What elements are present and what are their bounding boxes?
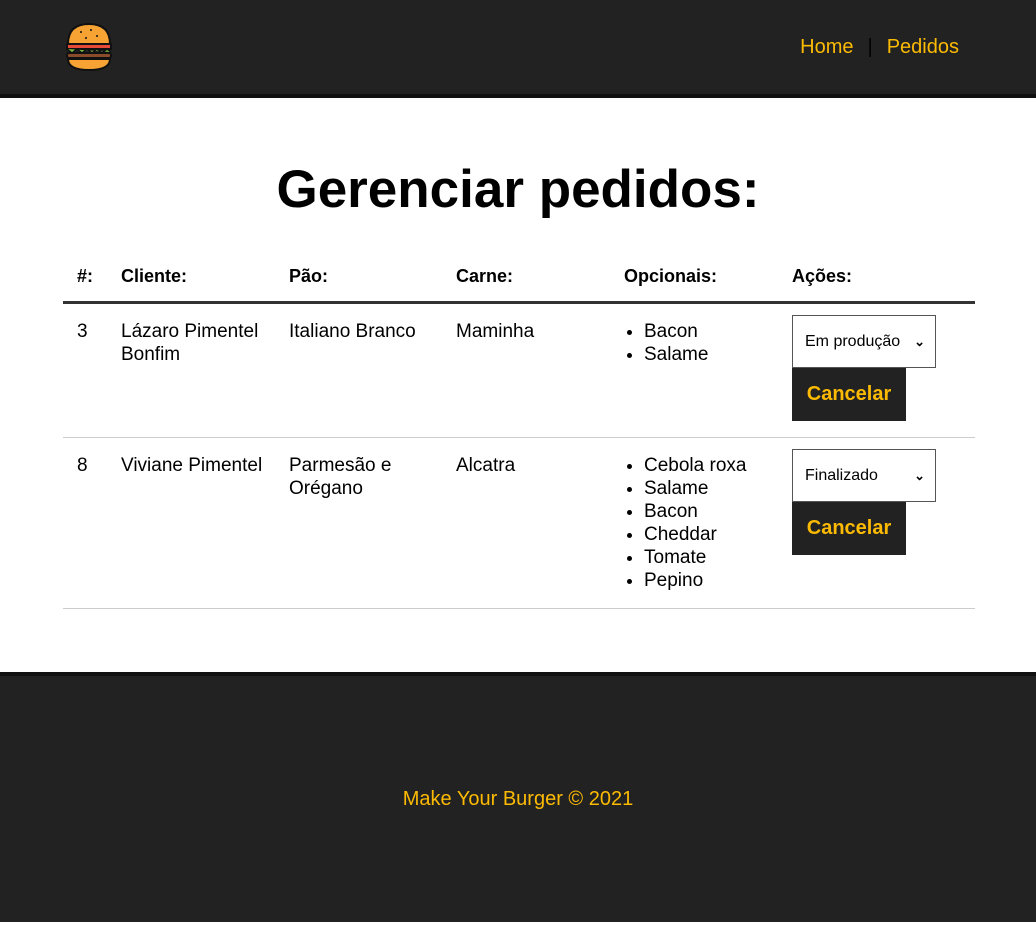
page-title: Gerenciar pedidos:: [276, 160, 760, 219]
opcionais-list: Cebola roxa Salame Bacon Cheddar Tomate …: [624, 454, 792, 592]
burger-icon[interactable]: [64, 22, 114, 72]
order-carne: Alcatra: [456, 455, 516, 476]
header-id: #:: [77, 266, 94, 286]
list-item: Cheddar: [644, 523, 792, 546]
header-acoes: Ações:: [792, 266, 853, 286]
nav-pedidos-link[interactable]: Pedidos: [887, 36, 959, 59]
header-cliente: Cliente:: [121, 266, 188, 286]
list-item: Tomate: [644, 546, 792, 569]
header-carne: Carne:: [456, 266, 514, 286]
main-nav: Home | Pedidos: [800, 36, 959, 59]
opcionais-list: Bacon Salame: [624, 320, 792, 366]
order-carne: Maminha: [456, 321, 535, 342]
order-pao: Italiano Branco: [289, 321, 416, 342]
footer-copyright: Make Your Burger © 2021: [402, 787, 634, 810]
header-opcionais: Opcionais:: [624, 266, 718, 286]
nav-home-link[interactable]: Home: [800, 36, 853, 59]
nav-separator: |: [867, 35, 873, 58]
chevron-down-icon: ⌄: [914, 468, 925, 483]
order-id: 8: [77, 455, 88, 476]
order-cliente: Viviane Pimentel: [121, 455, 263, 476]
header-pao: Pão:: [289, 266, 329, 286]
navbar: Home | Pedidos: [0, 0, 1036, 98]
cancel-button[interactable]: Cancelar: [792, 502, 906, 555]
status-select-value: Finalizado: [805, 467, 878, 484]
order-cliente: Lázaro Pimentel Bonfim: [121, 321, 259, 365]
list-item: Cebola roxa: [644, 454, 792, 477]
order-acoes: Em produção ⌄ Cancelar: [792, 315, 975, 437]
table-header: #: Cliente: Pão: Carne: Opcionais: Ações…: [63, 256, 975, 304]
list-item: Pepino: [644, 569, 792, 592]
status-select-value: Em produção: [805, 333, 901, 350]
orders-table: #: Cliente: Pão: Carne: Opcionais: Ações…: [63, 256, 975, 609]
list-item: Bacon: [644, 500, 792, 523]
cancel-button[interactable]: Cancelar: [792, 368, 906, 421]
list-item: Salame: [644, 343, 792, 366]
table-row: 3 Lázaro Pimentel Bonfim Italiano Branco…: [63, 304, 975, 438]
table-row: 8 Viviane Pimentel Parmesão e Orégano Al…: [63, 438, 975, 609]
order-pao: Parmesão e Orégano: [289, 455, 392, 499]
main-content: Gerenciar pedidos: #: Cliente: Pão: Carn…: [0, 98, 1036, 672]
status-select[interactable]: Em produção ⌄: [792, 315, 936, 368]
status-select[interactable]: Finalizado ⌄: [792, 449, 936, 502]
order-acoes: Finalizado ⌄ Cancelar: [792, 449, 975, 571]
order-id: 3: [77, 321, 88, 342]
list-item: Salame: [644, 477, 792, 500]
list-item: Bacon: [644, 320, 792, 343]
order-opcionais: Cebola roxa Salame Bacon Cheddar Tomate …: [624, 454, 792, 592]
order-opcionais: Bacon Salame: [624, 320, 792, 366]
chevron-down-icon: ⌄: [914, 334, 925, 349]
footer: Make Your Burger © 2021: [0, 672, 1036, 922]
